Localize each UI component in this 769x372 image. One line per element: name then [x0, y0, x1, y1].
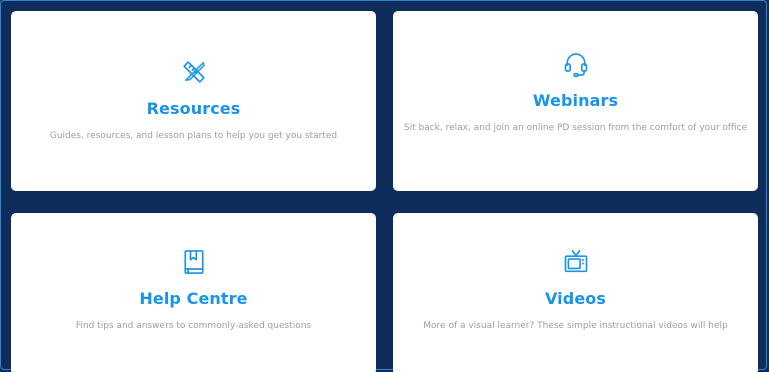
card-title: Resources — [146, 99, 241, 118]
book-icon — [179, 247, 209, 277]
card-webinars[interactable]: Webinars Sit back, relax, and join an on… — [393, 11, 758, 191]
card-videos[interactable]: Videos More of a visual learner? These s… — [393, 213, 758, 372]
card-description: More of a visual learner? These simple i… — [423, 321, 728, 331]
card-resources[interactable]: Resources Guides, resources, and lesson … — [11, 11, 376, 191]
headset-icon — [561, 49, 591, 79]
card-title: Webinars — [532, 91, 619, 110]
card-description: Sit back, relax, and join an online PD s… — [403, 123, 748, 133]
card-description: Find tips and answers to commonly-asked … — [75, 321, 312, 331]
card-title: Videos — [544, 289, 606, 308]
card-title: Help Centre — [139, 289, 248, 308]
card-help-centre[interactable]: Help Centre Find tips and answers to com… — [11, 213, 376, 372]
pencil-ruler-icon — [179, 57, 209, 87]
card-description: Guides, resources, and lesson plans to h… — [49, 131, 338, 141]
tv-icon — [561, 247, 591, 277]
